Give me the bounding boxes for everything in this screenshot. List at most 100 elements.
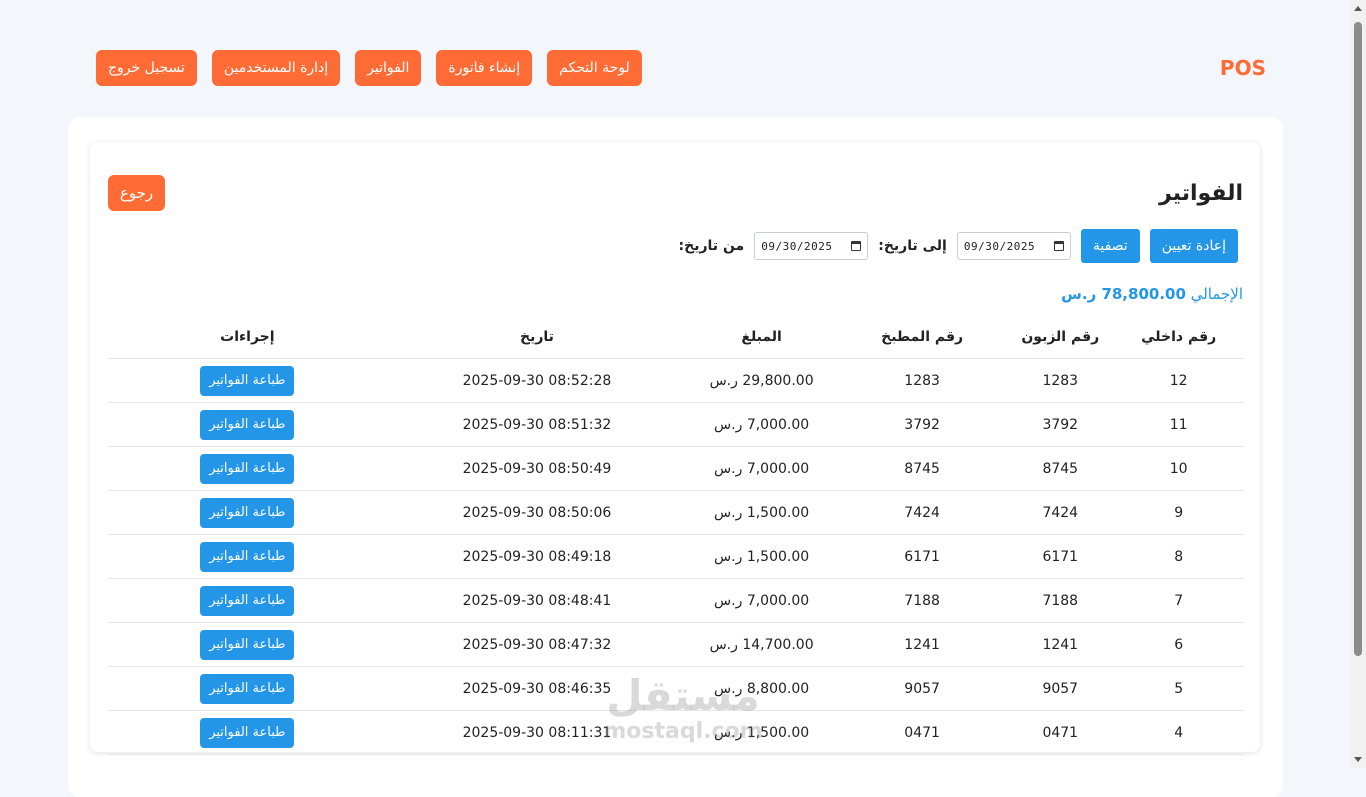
cell-amount: 7,000.00 ر.س	[686, 578, 838, 623]
table-row: 4 0471 0471 1,500.00 ر.س 2025-09-30 08:1…	[107, 710, 1244, 755]
cell-actions: طباعة الفواتير	[107, 402, 388, 447]
scroll-thumb[interactable]	[1354, 22, 1362, 656]
cell-kitchen-number: 1283	[837, 358, 1008, 403]
col-date: تاريخ	[387, 316, 687, 359]
cell-customer-number: 7188	[1007, 578, 1114, 623]
to-date-input[interactable]: 09/30/2025	[956, 232, 1071, 260]
table-row: 11 3792 3792 7,000.00 ر.س 2025-09-30 08:…	[107, 402, 1244, 447]
cell-internal-id: 8	[1113, 534, 1244, 579]
reset-button[interactable]: إعادة تعيين	[1149, 229, 1238, 263]
cell-amount: 1,500.00 ر.س	[686, 490, 838, 535]
cell-actions: طباعة الفواتير	[107, 534, 388, 579]
cell-kitchen-number: 3792	[837, 402, 1008, 447]
filter-button[interactable]: تصفية	[1080, 229, 1140, 263]
from-date-value: 09/30/2025	[761, 239, 833, 253]
nav-logout[interactable]: تسجيل خروج	[96, 50, 197, 86]
cell-actions: طباعة الفواتير	[107, 622, 388, 667]
cell-date: 2025-09-30 08:52:28	[387, 358, 687, 403]
to-date-value: 09/30/2025	[963, 239, 1036, 253]
top-navbar: POS لوحة التحكم إنشاء فاتورة الفواتير إد…	[0, 0, 1350, 110]
print-invoice-button[interactable]: طباعة الفواتير	[200, 585, 295, 616]
total-label: الإجمالي	[1190, 285, 1243, 303]
cell-kitchen-number: 6171	[837, 534, 1008, 579]
cell-kitchen-number: 1241	[837, 622, 1008, 667]
table-row: 6 1241 1241 14,700.00 ر.س 2025-09-30 08:…	[107, 622, 1244, 667]
table-row: 9 7424 7424 1,500.00 ر.س 2025-09-30 08:5…	[107, 490, 1244, 535]
print-invoice-button[interactable]: طباعة الفواتير	[200, 541, 295, 572]
page-title: الفواتير	[1159, 181, 1243, 206]
cell-date: 2025-09-30 08:49:18	[387, 534, 687, 579]
print-invoice-button[interactable]: طباعة الفواتير	[200, 453, 295, 484]
cell-internal-id: 6	[1113, 622, 1244, 667]
cell-kitchen-number: 7424	[837, 490, 1008, 535]
cell-date: 2025-09-30 08:51:32	[387, 402, 687, 447]
col-actions: إجراءات	[107, 316, 388, 359]
cell-kitchen-number: 0471	[837, 710, 1008, 755]
table-row: 12 1283 1283 29,800.00 ر.س 2025-09-30 08…	[107, 358, 1244, 403]
cell-customer-number: 1241	[1007, 622, 1114, 667]
cell-amount: 7,000.00 ر.س	[686, 402, 838, 447]
to-date-label: إلى تاريخ:	[878, 238, 947, 254]
table-row: 8 6171 6171 1,500.00 ر.س 2025-09-30 08:4…	[107, 534, 1244, 579]
nav-create-invoice[interactable]: إنشاء فاتورة	[436, 50, 533, 86]
cell-kitchen-number: 8745	[837, 446, 1008, 491]
cell-actions: طباعة الفواتير	[107, 446, 388, 491]
scroll-up-arrow-icon[interactable]	[1354, 6, 1362, 11]
cell-customer-number: 1283	[1007, 358, 1114, 403]
cell-internal-id: 5	[1113, 666, 1244, 711]
cell-customer-number: 3792	[1007, 402, 1114, 447]
nav-dashboard[interactable]: لوحة التحكم	[547, 50, 642, 86]
cell-amount: 8,800.00 ر.س	[686, 666, 838, 711]
print-invoice-button[interactable]: طباعة الفواتير	[200, 673, 295, 704]
cell-internal-id: 7	[1113, 578, 1244, 623]
invoices-table: رقم داخلي رقم الزبون رقم المطبخ المبلغ ت…	[107, 316, 1244, 755]
from-date-input[interactable]: 09/30/2025	[754, 232, 869, 260]
col-amount: المبلغ	[686, 316, 838, 359]
vertical-scrollbar[interactable]	[1350, 0, 1366, 768]
cell-kitchen-number: 9057	[837, 666, 1008, 711]
cell-actions: طباعة الفواتير	[107, 666, 388, 711]
calendar-icon[interactable]	[1053, 241, 1064, 251]
brand-logo[interactable]: POS	[1220, 56, 1266, 80]
cell-kitchen-number: 7188	[837, 578, 1008, 623]
print-invoice-button[interactable]: طباعة الفواتير	[200, 497, 295, 528]
cell-customer-number: 9057	[1007, 666, 1114, 711]
col-customer-number: رقم الزبون	[1007, 316, 1114, 359]
cell-customer-number: 6171	[1007, 534, 1114, 579]
cell-actions: طباعة الفواتير	[107, 490, 388, 535]
table-row: 5 9057 9057 8,800.00 ر.س 2025-09-30 08:4…	[107, 666, 1244, 711]
scroll-down-arrow-icon[interactable]	[1354, 757, 1362, 762]
cell-date: 2025-09-30 08:50:49	[387, 446, 687, 491]
cell-amount: 14,700.00 ر.س	[686, 622, 838, 667]
cell-customer-number: 7424	[1007, 490, 1114, 535]
total-summary: الإجمالي 78,800.00 ر.س	[1061, 285, 1243, 303]
print-invoice-button[interactable]: طباعة الفواتير	[200, 409, 295, 440]
cell-date: 2025-09-30 08:47:32	[387, 622, 687, 667]
cell-internal-id: 10	[1113, 446, 1244, 491]
table-row: 10 8745 8745 7,000.00 ر.س 2025-09-30 08:…	[107, 446, 1244, 491]
cell-date: 2025-09-30 08:11:31	[387, 710, 687, 755]
cell-amount: 1,500.00 ر.س	[686, 710, 838, 755]
nav-invoices[interactable]: الفواتير	[355, 50, 422, 86]
table-row: 7 7188 7188 7,000.00 ر.س 2025-09-30 08:4…	[107, 578, 1244, 623]
print-invoice-button[interactable]: طباعة الفواتير	[200, 629, 295, 660]
calendar-icon[interactable]	[851, 241, 862, 251]
print-invoice-button[interactable]: طباعة الفواتير	[200, 717, 295, 748]
cell-internal-id: 12	[1113, 358, 1244, 403]
main-nav: لوحة التحكم إنشاء فاتورة الفواتير إدارة …	[96, 50, 642, 86]
back-button[interactable]: رجوع	[108, 175, 165, 211]
col-internal-id: رقم داخلي	[1113, 316, 1244, 359]
cell-date: 2025-09-30 08:48:41	[387, 578, 687, 623]
cell-actions: طباعة الفواتير	[107, 578, 388, 623]
print-invoice-button[interactable]: طباعة الفواتير	[200, 365, 295, 396]
cell-customer-number: 0471	[1007, 710, 1114, 755]
nav-user-management[interactable]: إدارة المستخدمين	[211, 50, 341, 86]
cell-amount: 29,800.00 ر.س	[686, 358, 838, 403]
date-filter-bar: من تاريخ: 09/30/2025 إلى تاريخ: 09/30/20…	[679, 229, 1238, 263]
cell-amount: 7,000.00 ر.س	[686, 446, 838, 491]
cell-date: 2025-09-30 08:50:06	[387, 490, 687, 535]
table-header-row: رقم داخلي رقم الزبون رقم المطبخ المبلغ ت…	[107, 316, 1244, 359]
cell-internal-id: 4	[1113, 710, 1244, 755]
cell-internal-id: 11	[1113, 402, 1244, 447]
total-value: 78,800.00 ر.س	[1061, 285, 1186, 303]
